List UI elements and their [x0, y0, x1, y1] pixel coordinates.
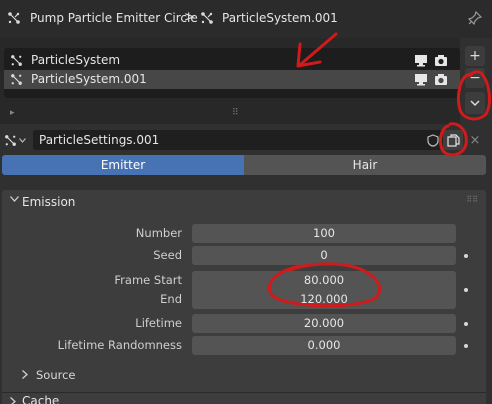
keyframe-dot-icon[interactable] [464, 254, 468, 258]
particle-system-list: ParticleSystem ParticleSystem.001 [4, 48, 460, 98]
particle-settings-name-field[interactable]: ParticleSettings.001 [33, 130, 423, 150]
add-particle-system-button[interactable]: + [465, 46, 485, 66]
particles-icon [8, 12, 20, 24]
breadcrumb-system: ParticleSystem.001 [222, 11, 338, 25]
unlink-settings-button[interactable]: × [466, 130, 484, 150]
lifetime-row: Lifetime 20.000 [2, 314, 486, 333]
source-subpanel-header[interactable]: Source [2, 364, 486, 386]
frame-end-label: End [160, 292, 182, 306]
settings-browse-button[interactable] [4, 131, 32, 149]
tab-emitter[interactable]: Emitter [2, 155, 244, 175]
frame-end-field[interactable]: 120.000 [192, 290, 456, 309]
panel-title: Emission [22, 195, 76, 209]
pin-icon[interactable] [468, 11, 482, 25]
duplicate-settings-button[interactable] [443, 130, 463, 150]
lifetime-field[interactable]: 20.000 [192, 314, 456, 333]
frame-end-row: End 120.000 [2, 288, 486, 309]
monitor-icon[interactable] [414, 73, 428, 86]
particle-type-tabs: Emitter Hair [2, 155, 486, 175]
number-field[interactable]: 100 [192, 224, 456, 243]
list-item[interactable]: ParticleSystem.001 [4, 70, 460, 89]
camera-icon[interactable] [434, 73, 448, 86]
particles-icon [11, 74, 22, 85]
chevron-down-icon [19, 137, 26, 143]
seed-field[interactable]: 0 [192, 246, 456, 265]
list-item[interactable]: ParticleSystem [4, 51, 460, 70]
remove-particle-system-button[interactable]: − [465, 68, 485, 88]
number-label: Number [135, 226, 182, 240]
keyframe-dot-icon[interactable] [464, 344, 468, 348]
list-item-label: ParticleSystem.001 [31, 72, 147, 86]
camera-icon[interactable] [434, 54, 448, 67]
chevron-right-icon [22, 370, 28, 379]
list-item-label: ParticleSystem [31, 53, 121, 67]
cache-panel-header[interactable]: Cache [2, 392, 486, 404]
list-filter-toggle-icon[interactable]: ▸ [10, 108, 15, 118]
frame-start-label: Frame Start [114, 273, 182, 287]
tab-hair[interactable]: Hair [244, 155, 486, 175]
lifetime-label: Lifetime [135, 316, 182, 330]
particle-system-icon [201, 12, 213, 24]
emission-panel: Emission ⠿⠿ Number 100 Seed 0 Frame Star… [2, 190, 486, 404]
chevron-down-icon [470, 99, 480, 106]
breadcrumb-object: Pump Particle Emitter Circle [30, 11, 198, 25]
emission-panel-header[interactable]: Emission ⠿⠿ [2, 190, 486, 214]
specials-menu-button[interactable] [465, 92, 485, 114]
duplicate-icon [446, 133, 460, 147]
panel-title: Cache [22, 394, 60, 404]
list-resize-grip-icon[interactable]: ⠿ [232, 108, 240, 118]
lifetime-randomness-row: Lifetime Randomness 0.000 [2, 336, 486, 355]
monitor-icon[interactable] [414, 54, 428, 67]
breadcrumb-header: Pump Particle Emitter Circle > ParticleS… [0, 0, 492, 38]
particles-icon [11, 55, 22, 66]
chevron-right-icon [10, 397, 16, 404]
number-row: Number 100 [2, 224, 486, 243]
keyframe-dot-icon[interactable] [464, 322, 468, 326]
particle-properties-editor: Pump Particle Emitter Circle > ParticleS… [0, 0, 492, 404]
particle-system-list-panel: ParticleSystem ParticleSystem.001 ▸ ⠿ [0, 38, 460, 124]
seed-row: Seed 0 [2, 246, 486, 265]
seed-label: Seed [153, 248, 182, 262]
fake-user-button[interactable] [423, 130, 443, 150]
subpanel-title: Source [36, 368, 76, 382]
particle-settings-row: ParticleSettings.001 × [0, 128, 492, 152]
particles-icon [5, 134, 16, 146]
keyframe-dot-icon[interactable] [464, 288, 468, 292]
chevron-down-icon [10, 196, 19, 202]
lifetime-randomness-label: Lifetime Randomness [57, 338, 182, 352]
breadcrumb-separator: > [184, 10, 195, 25]
shield-icon [427, 133, 439, 147]
drag-handle-icon[interactable]: ⠿⠿ [466, 195, 478, 204]
frame-start-row: Frame Start 80.000 [2, 271, 486, 290]
frame-start-field[interactable]: 80.000 [192, 271, 456, 290]
lifetime-randomness-field[interactable]: 0.000 [192, 336, 456, 355]
